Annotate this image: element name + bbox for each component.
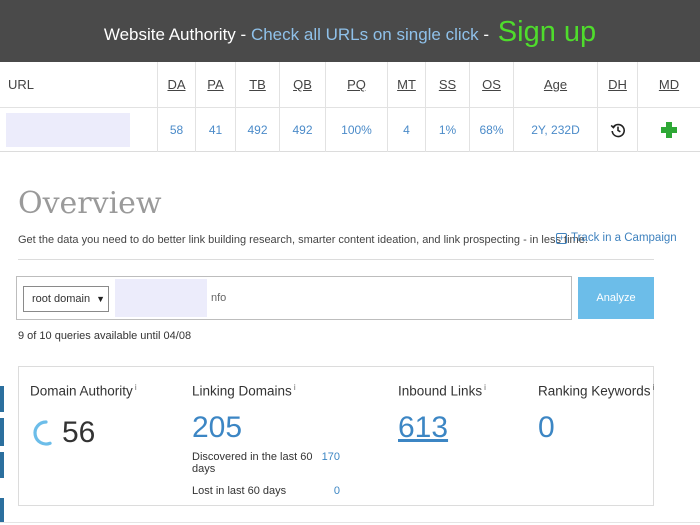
- value-os[interactable]: 68%: [470, 108, 514, 152]
- header-md[interactable]: MD: [638, 62, 700, 107]
- overview-title: Overview: [18, 186, 162, 221]
- ranking-keywords-stat: Ranking Keywords i 0: [538, 383, 654, 445]
- value-pa[interactable]: 41: [196, 108, 236, 152]
- header-tb[interactable]: TB: [236, 62, 280, 107]
- left-edge-strip: [0, 386, 4, 412]
- queries-remaining: 9 of 10 queries available until 04/08: [18, 330, 192, 342]
- search-bar: root domain ▼ nfo: [16, 276, 572, 320]
- domain-authority-gauge: [33, 419, 52, 446]
- inbound-links-value[interactable]: 613: [398, 411, 486, 445]
- ranking-keywords-label-text: Ranking Keywords: [538, 383, 651, 399]
- discovered-line: Discovered in the last 60 days 170: [192, 451, 340, 475]
- select-value: root domain: [32, 293, 91, 305]
- domain-authority-stat: Domain Authority i 56: [30, 383, 137, 453]
- header-pa[interactable]: PA: [196, 62, 236, 107]
- linking-domains-label: Linking Domains i: [192, 383, 340, 399]
- value-ss[interactable]: 1%: [426, 108, 470, 152]
- lost-line: Lost in last 60 days 0: [192, 485, 340, 497]
- domain-authority-arc: [33, 419, 52, 446]
- left-edge-strip: [0, 498, 4, 522]
- value-tb[interactable]: 492: [236, 108, 280, 152]
- value-age[interactable]: 2Y, 232D: [514, 108, 598, 152]
- dh-cell[interactable]: [598, 108, 638, 152]
- linking-domains-label-text: Linking Domains: [192, 383, 292, 399]
- root-domain-select[interactable]: root domain ▼: [23, 286, 109, 312]
- bottom-divider: [0, 522, 700, 523]
- domain-authority-value-row: 56: [30, 413, 137, 453]
- linking-domains-breakdown: Discovered in the last 60 days 170 Lost …: [192, 451, 340, 497]
- check-all-urls-link[interactable]: Check all URLs on single click: [251, 25, 479, 44]
- inbound-links-label-text: Inbound Links: [398, 383, 483, 399]
- ranking-keywords-label: Ranking Keywords i: [538, 383, 654, 399]
- track-in-campaign-link[interactable]: + Track in a Campaign: [556, 232, 677, 244]
- metrics-table: URL DA PA TB QB PQ MT SS OS Age DH MD 58…: [0, 62, 700, 152]
- header-age[interactable]: Age: [514, 62, 598, 107]
- value-mt[interactable]: 4: [388, 108, 426, 152]
- banner-text: Website Authority - Check all URLs on si…: [104, 15, 596, 48]
- domain-authority-label-text: Domain Authority: [30, 383, 133, 399]
- header-da[interactable]: DA: [158, 62, 196, 107]
- metrics-header-row: URL DA PA TB QB PQ MT SS OS Age DH MD: [0, 62, 700, 108]
- header-dh[interactable]: DH: [598, 62, 638, 107]
- banner-separator: -: [240, 24, 247, 44]
- plus-square-icon: +: [556, 232, 567, 244]
- left-edge-strip: [0, 418, 4, 446]
- discovered-label: Discovered in the last 60 days: [192, 450, 313, 475]
- header-pq[interactable]: PQ: [326, 62, 388, 107]
- banner-title: Website Authority: [103, 24, 236, 44]
- value-qb[interactable]: 492: [280, 108, 326, 152]
- header-url: URL: [0, 62, 158, 107]
- url-redacted-box: [6, 113, 130, 147]
- linking-domains-stat: Linking Domains i 205 Discovered in the l…: [192, 383, 340, 497]
- info-icon[interactable]: i: [135, 383, 137, 392]
- value-da[interactable]: 58: [158, 108, 196, 152]
- sign-up-link[interactable]: Sign up: [498, 16, 596, 48]
- value-pq[interactable]: 100%: [326, 108, 388, 152]
- analyze-button[interactable]: Analyze: [578, 277, 654, 319]
- search-input[interactable]: nfo: [211, 292, 226, 304]
- history-icon[interactable]: [610, 122, 626, 138]
- md-cell[interactable]: [638, 108, 700, 152]
- header-mt[interactable]: MT: [388, 62, 426, 107]
- url-cell: [0, 108, 158, 152]
- discovered-value[interactable]: 170: [322, 451, 340, 475]
- left-edge-strip: [0, 452, 4, 478]
- banner-separator-2: -: [483, 24, 490, 44]
- lost-label: Lost in last 60 days: [192, 484, 287, 497]
- track-link-label: Track in a Campaign: [571, 232, 677, 244]
- overview-divider: [18, 259, 654, 260]
- domain-authority-label: Domain Authority i: [30, 383, 137, 399]
- plus-icon[interactable]: [661, 122, 677, 138]
- caret-down-icon: ▼: [96, 294, 106, 304]
- overview-description: Get the data you need to do better link …: [18, 234, 588, 246]
- ranking-keywords-value[interactable]: 0: [538, 411, 654, 445]
- inbound-links-label: Inbound Links i: [398, 383, 486, 399]
- header-ss[interactable]: SS: [426, 62, 470, 107]
- header-qb[interactable]: QB: [280, 62, 326, 107]
- metrics-value-row: 58 41 492 492 100% 4 1% 68% 2Y, 232D: [0, 108, 700, 152]
- info-icon[interactable]: i: [484, 383, 486, 392]
- domain-authority-value: 56: [62, 415, 96, 449]
- linking-domains-value[interactable]: 205: [192, 411, 340, 445]
- header-os[interactable]: OS: [470, 62, 514, 107]
- top-banner: Website Authority - Check all URLs on si…: [0, 0, 700, 62]
- search-redacted-box[interactable]: [115, 279, 207, 317]
- info-icon[interactable]: i: [653, 383, 655, 392]
- inbound-links-stat: Inbound Links i 613: [398, 383, 486, 445]
- info-icon[interactable]: i: [294, 383, 296, 392]
- stats-card: Domain Authority i 56 Linking Domains i 20…: [18, 366, 654, 506]
- lost-value[interactable]: 0: [334, 485, 340, 497]
